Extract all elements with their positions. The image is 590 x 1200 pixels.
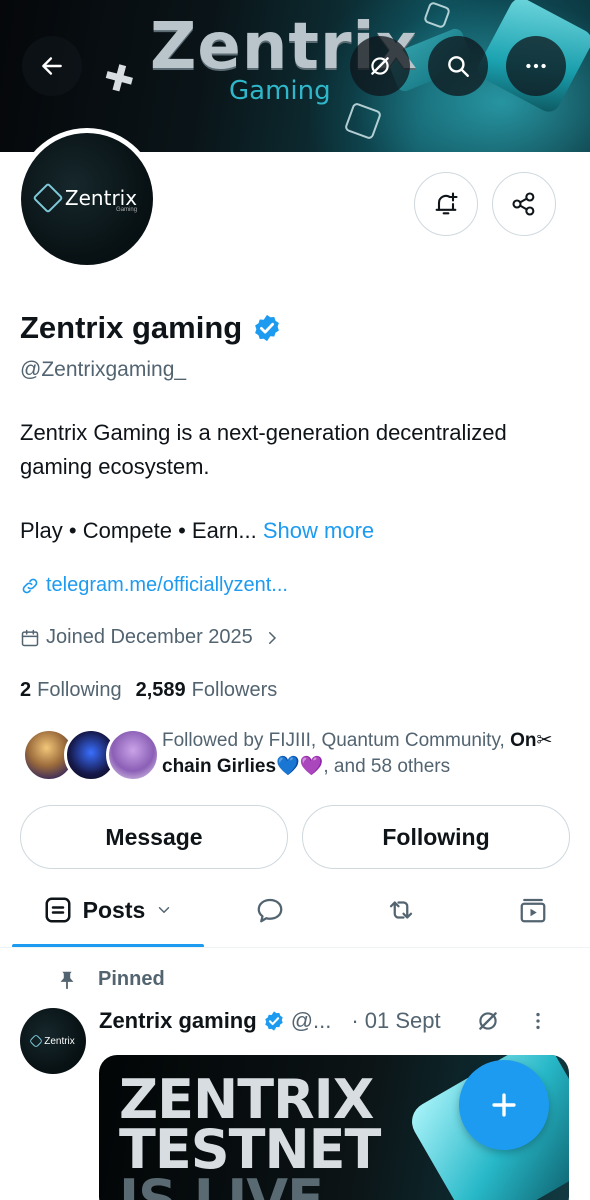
tab-reposts[interactable] xyxy=(356,878,446,942)
profile-tabs: Posts xyxy=(0,878,590,948)
profile-bio: Zentrix Gaming is a next-generation dece… xyxy=(20,420,507,479)
post-header: Zentrix gaming @... · 01 Sept xyxy=(99,1008,574,1034)
profile-website-link[interactable]: telegram.me/officiallyzent... xyxy=(46,574,288,597)
more-vertical-icon[interactable] xyxy=(527,1010,549,1032)
post-image-title: ZENTRIX TESTNET IS LIVE xyxy=(119,1073,381,1200)
tab-posts-label: Posts xyxy=(82,896,146,923)
profile-avatar[interactable]: Zentrix Gaming xyxy=(16,128,158,270)
profile-name: Zentrix gaming xyxy=(20,310,243,345)
tab-media[interactable] xyxy=(488,878,578,942)
back-button[interactable] xyxy=(22,36,82,96)
follow-stats: 2 Following 2,589 Followers xyxy=(20,679,277,702)
repost-icon xyxy=(389,901,413,919)
more-dots-icon xyxy=(526,63,546,69)
grok-icon[interactable] xyxy=(475,1008,501,1034)
following-stat[interactable]: 2 Following xyxy=(20,679,122,702)
zentrix-logo-icon xyxy=(29,1033,44,1049)
joined-row[interactable]: Joined December 2025 xyxy=(20,626,281,649)
tab-replies[interactable] xyxy=(225,878,315,942)
post-author-avatar[interactable]: Zentrix xyxy=(20,1008,86,1074)
post-author-name[interactable]: Zentrix gaming xyxy=(99,1008,257,1034)
pinned-label: Pinned xyxy=(98,968,165,990)
followed-by-prefix: Followed by FIJIII, Quantum Community, xyxy=(162,730,505,751)
verified-badge-icon[interactable] xyxy=(252,313,282,343)
grok-icon xyxy=(371,57,389,75)
followers-stat[interactable]: 2,589 Followers xyxy=(136,679,278,702)
chevron-down-icon xyxy=(159,907,170,914)
video-icon xyxy=(520,898,546,923)
grok-button[interactable] xyxy=(350,36,410,96)
pinned-label-row: Pinned xyxy=(56,968,165,991)
notifications-subscribe-button[interactable] xyxy=(414,172,478,236)
post-author-handle: @... xyxy=(290,1008,332,1033)
joined-date: Joined December 2025 xyxy=(46,626,253,648)
chevron-right-icon xyxy=(268,631,276,644)
more-options-button[interactable] xyxy=(506,36,566,96)
bell-plus-icon xyxy=(435,192,458,215)
follower-avatar xyxy=(106,728,160,782)
banner-subtitle: Gaming xyxy=(229,76,331,106)
post-avatar-logo-text: Zentrix xyxy=(44,1035,75,1047)
share-icon xyxy=(512,192,535,216)
show-more-link[interactable]: Show more xyxy=(263,518,374,543)
followed-by-suffix: , and 58 others xyxy=(323,756,451,777)
profile-link-row[interactable]: telegram.me/officiallyzent... xyxy=(20,574,288,597)
followers-count: 2,589 xyxy=(135,679,186,701)
post-date[interactable]: · 01 Sept xyxy=(351,1008,440,1034)
following-button[interactable]: Following xyxy=(302,805,570,869)
tabs-divider xyxy=(0,947,590,948)
arrow-left-icon xyxy=(42,57,62,75)
avatar-image: Zentrix Gaming xyxy=(21,133,153,265)
profile-bio-tagline-row: Play • Compete • Earn... Show more xyxy=(20,518,374,544)
profile-bio-tagline: Play • Compete • Earn... xyxy=(20,518,257,543)
followed-by-row[interactable]: Followed by FIJIII, Quantum Community, O… xyxy=(22,728,562,782)
profile-name-row: Zentrix gaming xyxy=(20,310,282,346)
calendar-icon xyxy=(21,629,39,646)
posts-icon xyxy=(45,897,71,923)
followed-by-text: Followed by FIJIII, Quantum Community, O… xyxy=(162,728,562,780)
plus-icon xyxy=(492,1093,516,1117)
tab-posts[interactable]: Posts xyxy=(12,878,204,942)
link-icon xyxy=(22,578,38,593)
following-count: 2 xyxy=(20,679,32,701)
message-button[interactable]: Message xyxy=(20,805,288,869)
following-label: Following xyxy=(37,679,122,701)
profile-handle: @Zentrixgaming_ xyxy=(20,358,187,381)
banner-cross-icon: ✚ xyxy=(99,54,140,103)
followers-label: Followers xyxy=(191,679,278,701)
avatar-logo-text: Zentrix xyxy=(64,185,138,210)
reply-icon xyxy=(257,898,283,923)
compose-post-button[interactable] xyxy=(459,1060,549,1150)
follower-avatars xyxy=(22,728,160,782)
verified-badge-icon xyxy=(264,1011,283,1031)
search-button[interactable] xyxy=(428,36,488,96)
share-button[interactable] xyxy=(492,172,556,236)
search-icon xyxy=(448,56,469,77)
pin-icon xyxy=(60,971,74,989)
